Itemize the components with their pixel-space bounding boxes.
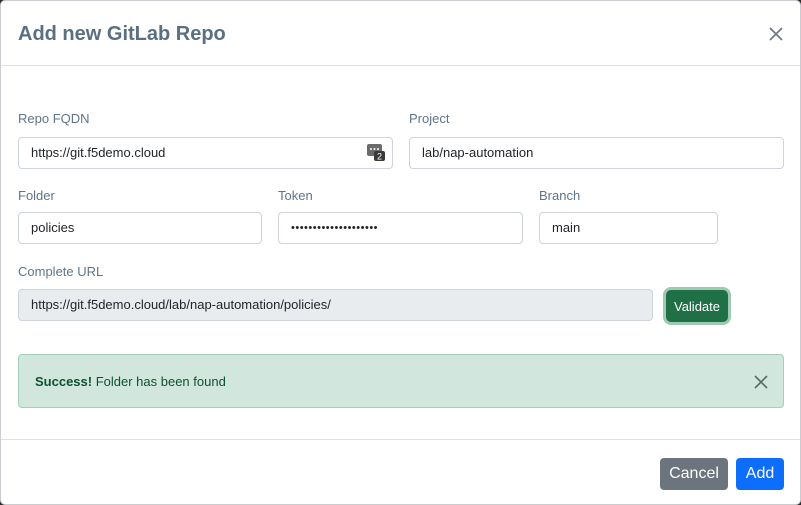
project-input[interactable]: lab/nap-automation	[409, 137, 784, 169]
token-label: Token	[278, 188, 313, 203]
alert-close-icon[interactable]	[753, 374, 769, 390]
success-alert: Success! Folder has been found	[18, 354, 784, 408]
branch-label: Branch	[539, 188, 581, 203]
repo-fqdn-input[interactable]: https://git.f5demo.cloud	[18, 137, 393, 169]
folder-label: Folder	[18, 188, 55, 203]
cancel-button[interactable]: Cancel	[660, 458, 728, 490]
alert-text: Success! Folder has been found	[35, 374, 226, 389]
complete-url-label: Complete URL	[18, 264, 104, 279]
repo-fqdn-label: Repo FQDN	[18, 111, 90, 126]
modal-header: Add new GitLab Repo	[1, 1, 800, 66]
modal-footer: Cancel Add	[1, 439, 800, 504]
project-label: Project	[409, 111, 450, 126]
svg-text:2: 2	[377, 152, 382, 162]
password-manager-icon[interactable]: 2	[367, 143, 385, 162]
modal-title: Add new GitLab Repo	[18, 23, 226, 45]
complete-url-input: https://git.f5demo.cloud/lab/nap-automat…	[18, 289, 653, 321]
alert-message: Folder has been found	[92, 374, 226, 389]
branch-input[interactable]: main	[539, 212, 718, 244]
close-icon[interactable]	[767, 25, 785, 43]
folder-input[interactable]: policies	[18, 212, 262, 244]
add-repo-modal: Add new GitLab Repo Repo FQDN https://gi…	[0, 0, 801, 505]
add-button[interactable]: Add	[736, 458, 784, 490]
validate-button[interactable]: Validate	[666, 290, 728, 322]
alert-strong: Success!	[35, 374, 93, 389]
token-input[interactable]: ••••••••••••••••••••	[278, 212, 523, 244]
